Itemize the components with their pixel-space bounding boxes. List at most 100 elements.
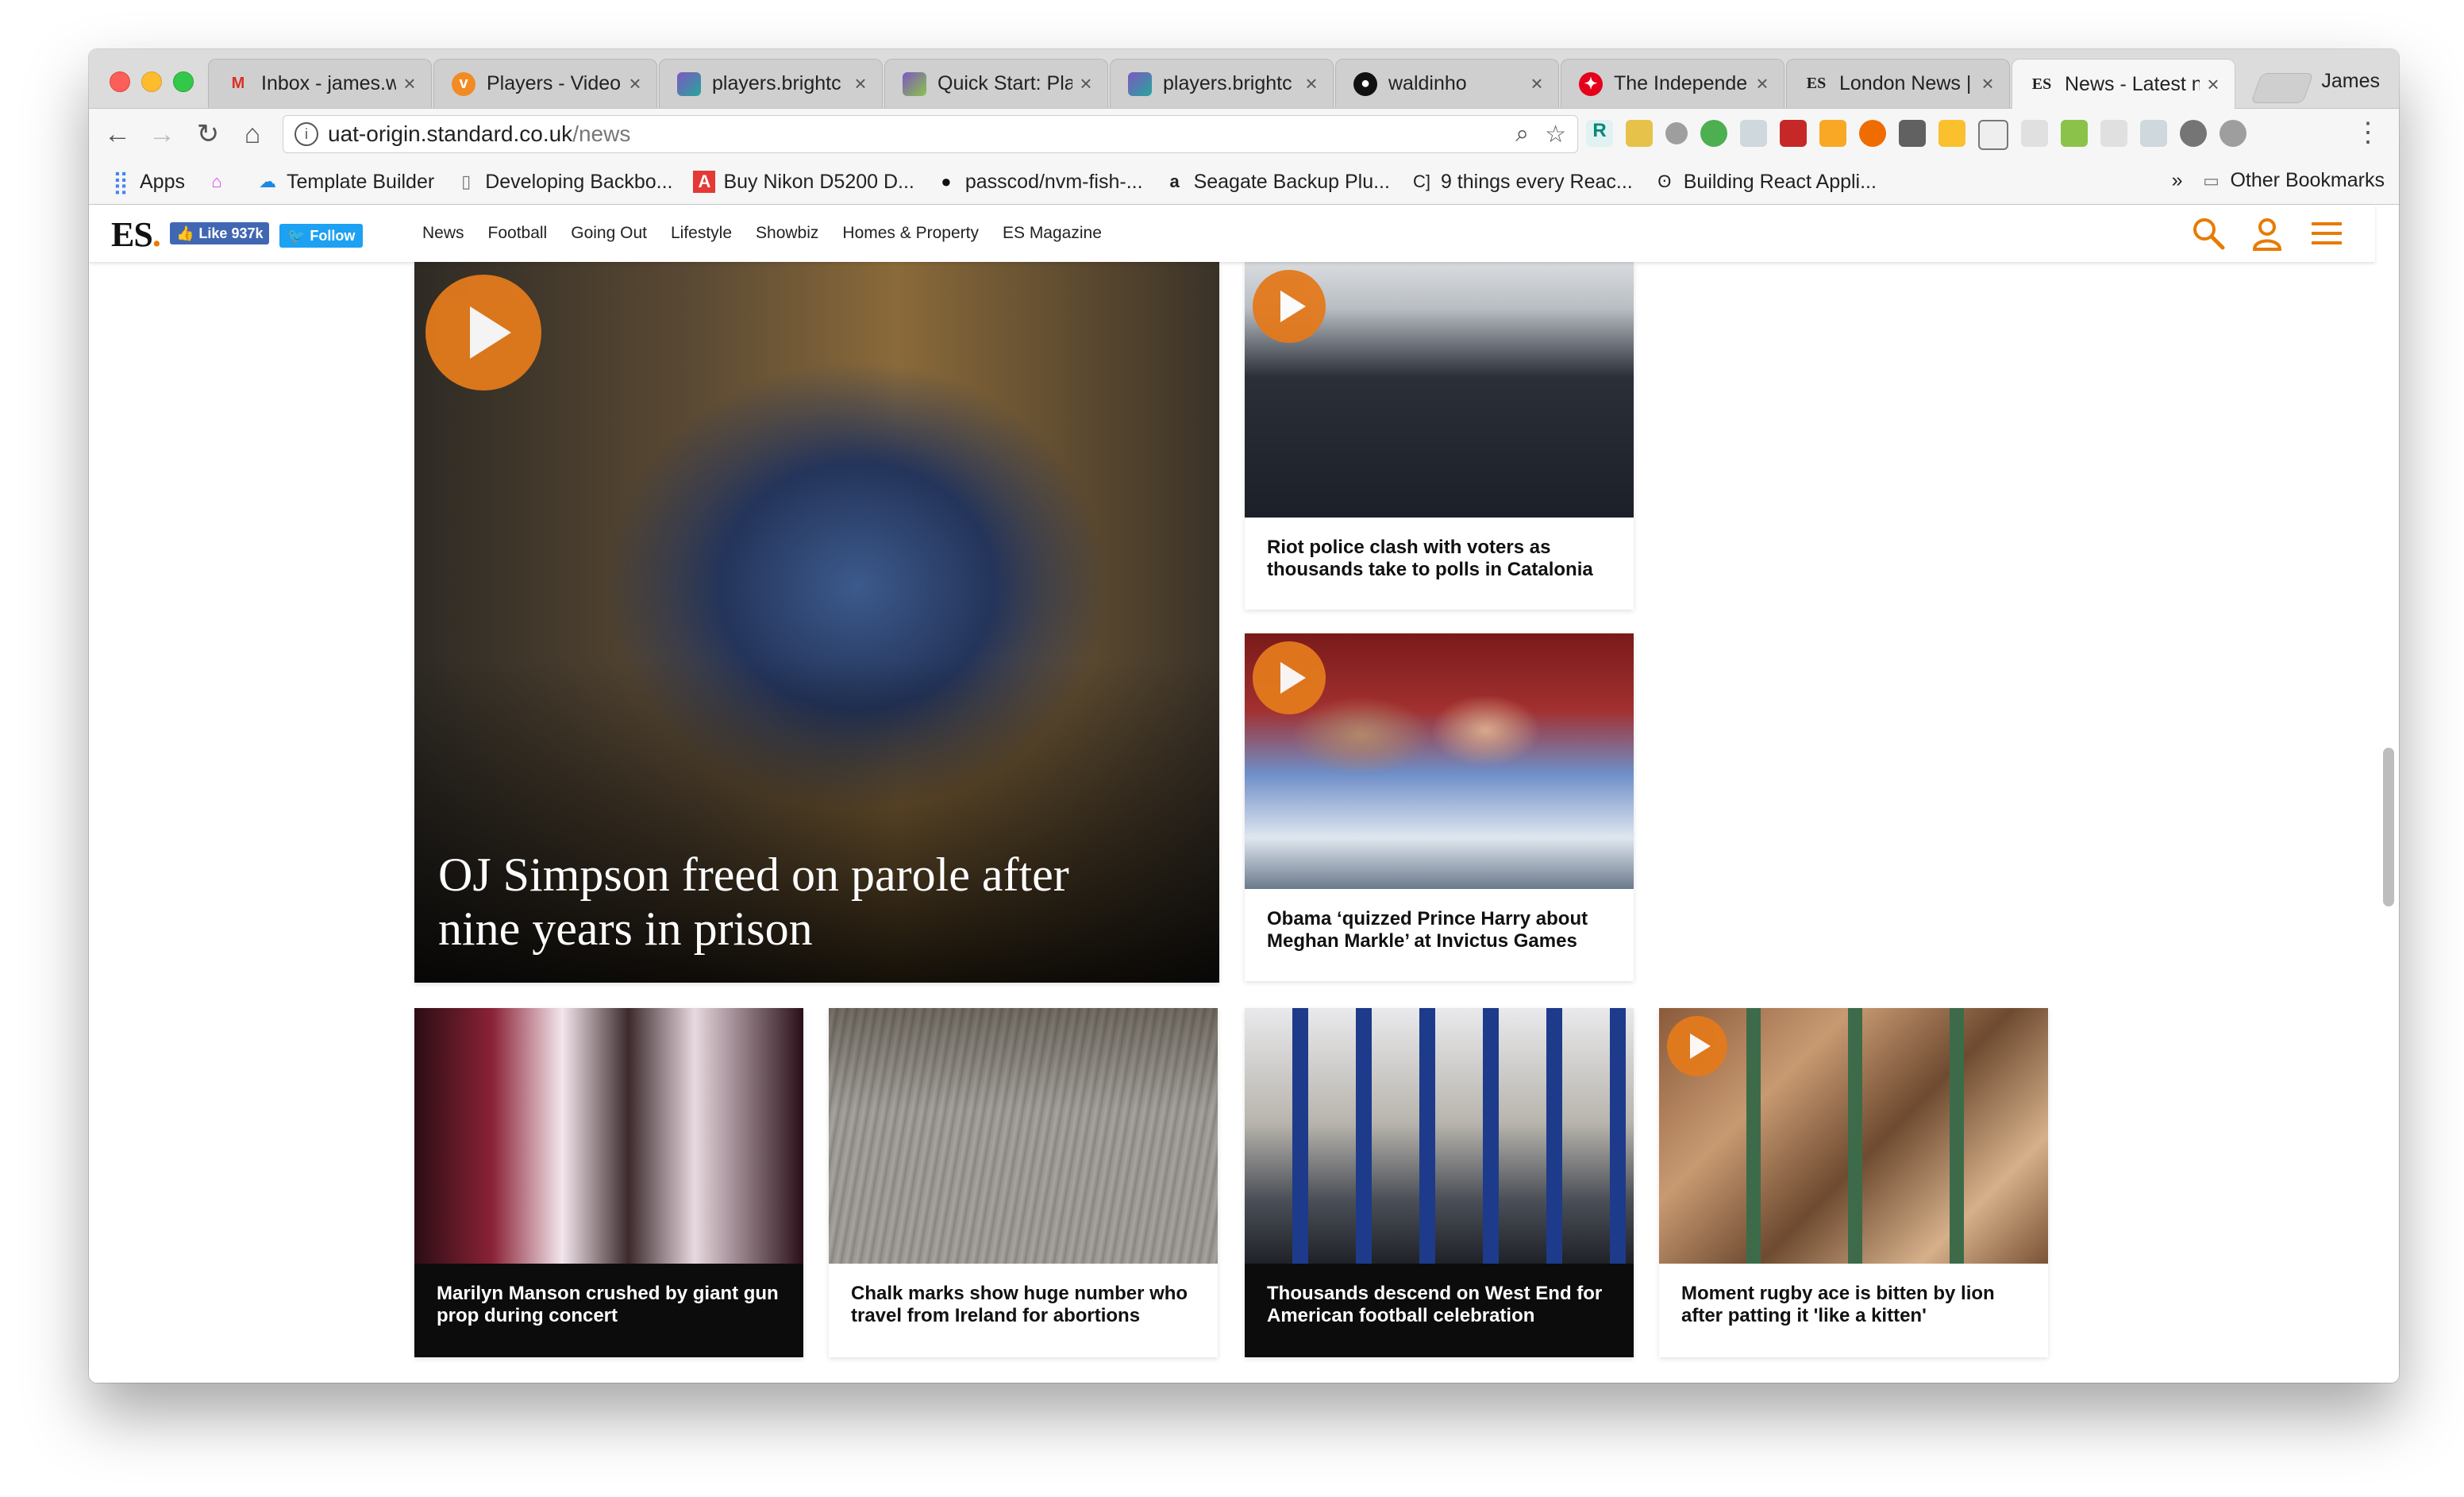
article-card-catalonia[interactable]: Riot police clash with voters as thousan…: [1245, 262, 1634, 610]
close-icon[interactable]: ×: [1754, 71, 1771, 96]
hero-article-card[interactable]: OJ Simpson freed on parole after nine ye…: [414, 262, 1219, 983]
article-card-nfl-west-end[interactable]: Thousands descend on West End for Americ…: [1245, 1008, 1634, 1357]
other-bookmarks[interactable]: ▭ Other Bookmarks: [2200, 169, 2385, 192]
twitter-follow-button[interactable]: 🐦 Follow: [279, 224, 364, 248]
play-video-icon[interactable]: [1667, 1016, 1727, 1076]
crosshair-icon[interactable]: [1978, 120, 2008, 150]
ublock-icon[interactable]: [1899, 120, 1926, 147]
article-headline[interactable]: Thousands descend on West End for Americ…: [1245, 1264, 1634, 1357]
article-card-marilyn-manson[interactable]: Marilyn Manson crushed by giant gun prop…: [414, 1008, 803, 1357]
article-headline[interactable]: Moment rugby ace is bitten by lion after…: [1659, 1264, 2048, 1357]
close-window-button[interactable]: [110, 71, 130, 92]
reload-icon[interactable]: ↻: [191, 117, 225, 152]
bracket-icon: C]: [1412, 171, 1430, 191]
play-video-icon[interactable]: [425, 275, 541, 391]
star-bookmark-icon[interactable]: ☆: [1545, 121, 1566, 148]
close-icon[interactable]: ×: [2204, 72, 2222, 97]
close-icon[interactable]: ×: [401, 71, 418, 96]
nav-football[interactable]: Football: [488, 224, 548, 243]
hamburger-menu-icon[interactable]: [2308, 216, 2345, 251]
article-headline[interactable]: Obama ‘quizzed Prince Harry about Meghan…: [1245, 889, 1634, 981]
article-card-lion-bite[interactable]: Moment rugby ace is bitten by lion after…: [1659, 1008, 2048, 1357]
nav-going-out[interactable]: Going Out: [571, 224, 647, 243]
zoom-window-button[interactable]: [173, 71, 194, 92]
extension-bolt-icon[interactable]: [2220, 120, 2246, 147]
close-icon[interactable]: ×: [1979, 71, 1996, 96]
extension-pencil-icon[interactable]: [1938, 120, 1965, 147]
nav-lifestyle[interactable]: Lifestyle: [671, 224, 732, 243]
extension-grid-icon[interactable]: [2021, 120, 2048, 147]
extension-r-icon[interactable]: R: [1586, 120, 1613, 147]
bookmark-passcod[interactable]: ● passcod/nvm-fish-...: [935, 171, 1142, 194]
tab-players-brightcove[interactable]: players.brightc ×: [659, 59, 883, 108]
tab-players-brightcove-2[interactable]: players.brightc ×: [1110, 59, 1334, 108]
new-tab-button[interactable]: [2250, 73, 2314, 103]
bookmark-building-react[interactable]: ʘ Building React Appli...: [1654, 171, 1877, 194]
es-icon: ES: [1806, 75, 1827, 92]
dropbox-icon[interactable]: [2140, 120, 2167, 147]
article-headline[interactable]: Marilyn Manson crushed by giant gun prop…: [414, 1264, 803, 1357]
nav-es-magazine[interactable]: ES Magazine: [1003, 224, 1102, 243]
home-icon[interactable]: ⌂: [235, 117, 270, 152]
hero-headline[interactable]: OJ Simpson freed on parole after nine ye…: [438, 848, 1153, 956]
search-icon[interactable]: [2191, 216, 2226, 251]
cors-icon[interactable]: [1780, 120, 1807, 147]
es-logo[interactable]: ES.: [111, 214, 161, 255]
close-icon[interactable]: ×: [626, 71, 644, 96]
back-arrow-icon[interactable]: ←: [100, 117, 135, 152]
bookmark-template-builder[interactable]: ☁ Template Builder: [256, 171, 434, 194]
profile-name[interactable]: James: [2321, 70, 2380, 93]
address-bar[interactable]: i uat-origin.standard.co.uk/news ⌕ ☆: [283, 115, 1578, 153]
info-icon[interactable]: i: [295, 122, 318, 146]
close-icon[interactable]: ×: [1303, 71, 1320, 96]
user-account-icon[interactable]: [2250, 216, 2285, 251]
play-video-icon[interactable]: [1253, 641, 1326, 714]
settings-gear-icon[interactable]: [2180, 120, 2207, 147]
nav-showbiz[interactable]: Showbiz: [756, 224, 818, 243]
close-icon[interactable]: ×: [852, 71, 869, 96]
minimize-window-button[interactable]: [141, 71, 162, 92]
nav-homes-property[interactable]: Homes & Property: [842, 224, 979, 243]
close-icon[interactable]: ×: [1077, 71, 1095, 96]
bookmark-buy-nikon[interactable]: A Buy Nikon D5200 D...: [693, 171, 914, 194]
tab-players-video[interactable]: v Players - Video ×: [433, 59, 657, 108]
article-card-obama-harry[interactable]: Obama ‘quizzed Prince Harry about Meghan…: [1245, 633, 1634, 981]
extension-search-icon[interactable]: [2100, 120, 2127, 147]
bookmark-seagate[interactable]: a Seagate Backup Plu...: [1164, 171, 1390, 194]
extension-ruler-icon[interactable]: [1626, 120, 1653, 147]
extension-flag-icon[interactable]: [1819, 120, 1846, 147]
extension-orange-icon[interactable]: [1859, 120, 1886, 147]
extension-gray-icon[interactable]: [1740, 120, 1767, 147]
scrollbar-thumb[interactable]: [2383, 748, 2394, 906]
brightcove-icon: v: [452, 71, 475, 96]
close-icon[interactable]: ×: [1528, 71, 1546, 96]
tab-news-latest[interactable]: ES News - Latest n ×: [2012, 59, 2235, 109]
house-icon: ⌂: [211, 171, 222, 191]
tab-inbox[interactable]: M Inbox - james.w ×: [208, 59, 432, 108]
bookmark-label: Developing Backbo...: [485, 170, 673, 193]
tab-london-news[interactable]: ES London News | ×: [1786, 59, 2010, 108]
extension-new-icon[interactable]: [2061, 120, 2088, 147]
eyedropper-icon[interactable]: [1665, 122, 1688, 144]
tab-title: players.brightc: [1163, 72, 1292, 94]
tab-independent[interactable]: ✦ The Independe ×: [1561, 59, 1784, 108]
facebook-like-button[interactable]: 👍 Like 937k: [170, 222, 270, 244]
article-headline[interactable]: Chalk marks show huge number who travel …: [829, 1264, 1218, 1357]
menu-dots-icon[interactable]: ⋮: [2354, 117, 2381, 148]
zoom-search-icon[interactable]: ⌕: [1515, 121, 1529, 148]
bookmark-apps[interactable]: ⣿ Apps: [110, 170, 185, 194]
play-video-icon[interactable]: [1253, 270, 1326, 343]
tab-quick-start[interactable]: Quick Start: Pla ×: [884, 59, 1108, 108]
article-card-chalk-marks[interactable]: Chalk marks show huge number who travel …: [829, 1008, 1218, 1357]
independent-icon: ✦: [1579, 71, 1603, 96]
extension-green-icon[interactable]: [1700, 120, 1727, 147]
bookmark-developing-backbone[interactable]: ▯ Developing Backbo...: [455, 171, 672, 194]
article-headline[interactable]: Riot police clash with voters as thousan…: [1245, 518, 1634, 610]
bookmark-react-things[interactable]: C] 9 things every Reac...: [1411, 171, 1633, 194]
bookmark-house[interactable]: ⌂: [206, 171, 236, 193]
nav-news[interactable]: News: [422, 224, 464, 243]
tw-follow-label: Follow: [310, 227, 356, 244]
tab-waldinho[interactable]: ● waldinho ×: [1335, 59, 1559, 108]
bookmarks-overflow-button[interactable]: »: [2172, 169, 2183, 192]
forward-arrow-icon[interactable]: →: [144, 117, 179, 152]
